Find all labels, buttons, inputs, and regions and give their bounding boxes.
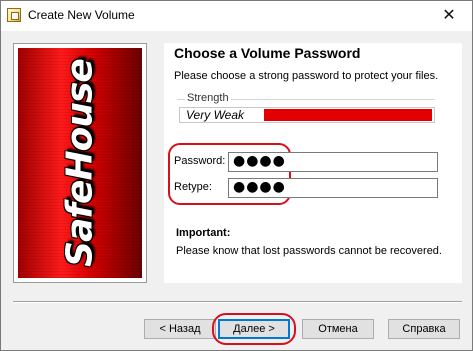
- important-note: Please know that lost passwords cannot b…: [176, 245, 442, 257]
- retype-label: Retype:: [174, 181, 212, 193]
- annotation-circle-next: [212, 313, 296, 345]
- important-heading: Important:: [176, 227, 231, 239]
- retype-password-input[interactable]: ●●●●: [228, 178, 438, 198]
- password-row: Password: ●●●●: [174, 152, 444, 172]
- retype-row: Retype: ●●●●: [174, 178, 444, 198]
- page-heading: Choose a Volume Password: [174, 45, 361, 61]
- password-input[interactable]: ●●●●: [228, 152, 438, 172]
- app-icon: [7, 8, 21, 22]
- strength-value: Very Weak: [186, 108, 245, 122]
- title-bar[interactable]: Create New Volume ✕: [1, 1, 472, 31]
- window-title: Create New Volume: [28, 8, 135, 22]
- footer-divider: [13, 301, 462, 303]
- banner-panel: SafeHouse: [13, 43, 147, 283]
- banner-image: SafeHouse: [18, 48, 142, 278]
- strength-groupbox: Strength Very Weak: [177, 92, 435, 130]
- back-button[interactable]: < Назад: [144, 319, 216, 339]
- content-panel: Choose a Volume Password Please choose a…: [164, 43, 462, 283]
- page-description: Please choose a strong password to prote…: [174, 70, 439, 82]
- cancel-button[interactable]: Отмена: [302, 319, 374, 339]
- strength-meter: Very Weak: [179, 107, 435, 123]
- dialog-window: Create New Volume ✕ SafeHouse Choose a V…: [0, 0, 473, 351]
- strength-label: Strength: [185, 92, 231, 104]
- password-label: Password:: [174, 155, 226, 167]
- help-button[interactable]: Справка: [388, 319, 460, 339]
- strength-bar: [264, 109, 432, 121]
- close-button[interactable]: ✕: [426, 1, 472, 31]
- safehouse-logo: SafeHouse: [59, 59, 101, 267]
